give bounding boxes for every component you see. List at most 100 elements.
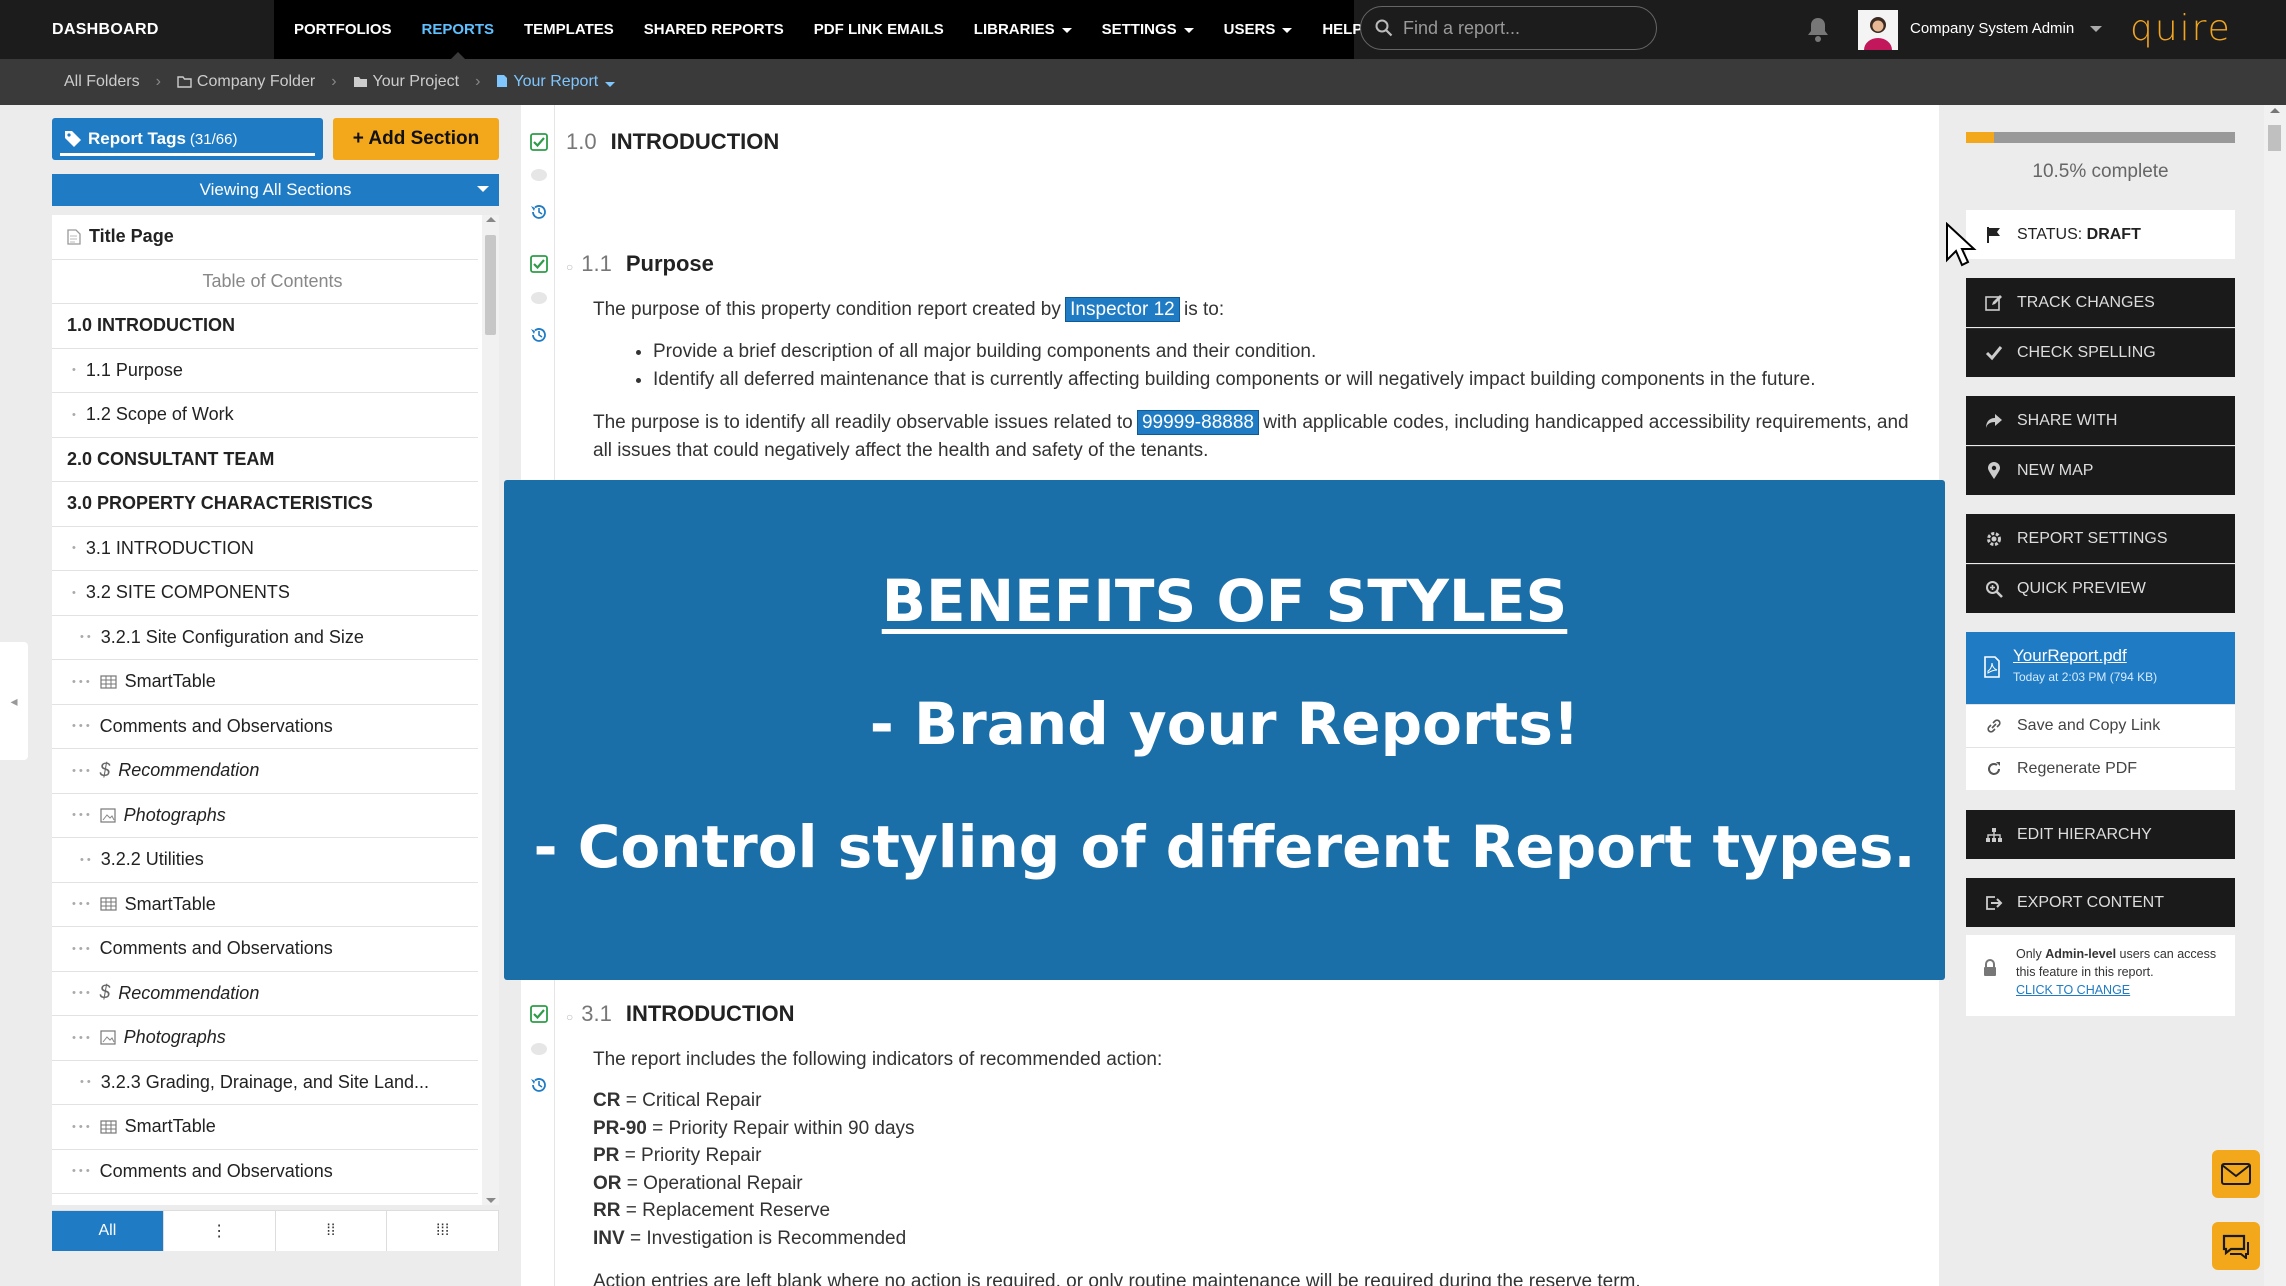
nav-users[interactable]: USERS [1224,0,1293,59]
click-to-change-link[interactable]: CLICK TO CHANGE [2016,983,2130,997]
mail-icon [2221,1163,2251,1185]
pdf-file-box[interactable]: YourReport.pdf Today at 2:03 PM (794 KB) [1966,632,2235,704]
section-heading[interactable]: ○ 1.1 Purpose [566,251,714,277]
nav-dashboard[interactable]: DASHBOARD [0,0,274,59]
paragraph[interactable]: The report includes the following indica… [593,1046,1913,1074]
pdf-file-link[interactable]: YourReport.pdf [2013,646,2235,666]
report-search[interactable] [1360,6,1657,50]
dollar-icon: $ [99,759,111,781]
export-content-button[interactable]: EXPORT CONTENT [1966,878,2235,927]
chevron-down-icon[interactable] [2090,26,2102,32]
checkbox-checked-icon[interactable] [530,133,548,151]
comment-icon[interactable] [530,291,548,307]
breadcrumb-your-report[interactable]: Your Report [496,73,616,91]
nav-help[interactable]: HELP [1322,0,1362,59]
breadcrumb-all-folders[interactable]: All Folders [64,73,140,91]
toc-item[interactable]: • 1.1 Purpose [52,349,478,393]
toc-item[interactable]: • • • Comments and Observations [52,927,478,972]
paragraph[interactable]: Action entries are left blank where no a… [593,1268,1913,1286]
toc-item[interactable]: • • • $ Recommendation [52,749,478,794]
toc-item[interactable]: 3.0 PROPERTY CHARACTERISTICS [52,482,478,527]
nav-settings[interactable]: SETTINGS [1102,0,1194,59]
new-map-button[interactable]: NEW MAP [1966,446,2235,495]
bullet-list[interactable]: Provide a brief description of all major… [633,338,1923,394]
paragraph[interactable]: The purpose is to identify all readily o… [593,409,1913,465]
toc-item[interactable]: • • • SmartTable [52,660,478,705]
toc-item[interactable]: Table of Contents [52,260,478,304]
scroll-thumb[interactable] [485,235,496,335]
toc-item[interactable]: • • • Photographs [52,1016,478,1061]
report-tag-chip[interactable]: 99999-88888 [1136,410,1259,435]
nav-shared-reports[interactable]: SHARED REPORTS [644,0,784,59]
depth-tab-3[interactable]: ⁞⁞⁞ [387,1211,499,1251]
toc-item[interactable]: • • 3.2.3 Grading, Drainage, and Site Lan… [52,1061,478,1105]
toc-item[interactable]: • • 3.2.1 Site Configuration and Size [52,616,478,660]
comment-icon[interactable] [530,1042,548,1058]
search-input[interactable] [1403,17,1643,39]
toc-item[interactable]: • • • Comments and Observations [52,1150,478,1194]
section-heading[interactable]: ○ 3.1 INTRODUCTION [566,1001,795,1027]
share-with-button[interactable]: SHARE WITH [1966,396,2235,445]
toc-item[interactable]: • 3.2 SITE COMPONENTS [52,571,478,616]
report-tags-button[interactable]: Report Tags (31/66) [52,118,323,160]
check-spelling-button[interactable]: CHECK SPELLING [1966,328,2235,377]
scroll-up-icon[interactable] [486,217,496,222]
section-heading[interactable]: 1.0 INTRODUCTION [566,129,779,155]
history-icon[interactable] [530,203,548,221]
page-scrollbar[interactable] [2264,105,2286,1286]
nav-pdf-link-emails[interactable]: PDF LINK EMAILS [814,0,944,59]
toc-item[interactable]: • • 3.2.2 Utilities [52,838,478,883]
scroll-up-icon[interactable] [2270,108,2280,113]
checkbox-checked-icon[interactable] [530,255,548,273]
nav-libraries[interactable]: LIBRARIES [974,0,1072,59]
toc-item[interactable]: • • • SmartTable [52,1105,478,1150]
comment-icon[interactable] [530,168,548,184]
viewing-sections-dropdown[interactable]: Viewing All Sections [52,174,499,206]
history-icon[interactable] [530,1076,548,1094]
regenerate-pdf-button[interactable]: Regenerate PDF [1966,747,2235,790]
toc-item[interactable]: • 3.1 INTRODUCTION [52,527,478,571]
scroll-down-icon[interactable] [486,1198,496,1203]
edit-hierarchy-button[interactable]: EDIT HIERARCHY [1966,810,2235,859]
nav-templates[interactable]: TEMPLATES [524,0,614,59]
toc-item[interactable]: • • • Comments and Observations [52,705,478,749]
breadcrumb-label: Company Folder [196,73,316,90]
report-tag-chip[interactable]: Inspector 12 [1065,297,1180,322]
depth-tab-0[interactable]: All [52,1211,164,1251]
user-name[interactable]: Company System Admin [1910,20,2074,37]
report-settings-button[interactable]: REPORT SETTINGS [1966,514,2235,563]
scroll-thumb[interactable] [2268,125,2281,151]
toc-item[interactable]: Title Page [52,215,478,260]
checkbox-checked-icon[interactable] [530,1005,548,1023]
indicator-desc: = Investigation is Recommended [629,1227,907,1249]
breadcrumb-your-project[interactable]: Your Project [353,73,459,91]
add-section-button[interactable]: + Add Section [333,118,499,160]
status-button[interactable]: STATUS: DRAFT [1966,210,2235,259]
indicator-list[interactable]: CR = Critical Repair PR-90 = Priority Rep… [593,1087,915,1252]
breadcrumb-company-folder[interactable]: Company Folder [177,73,315,91]
avatar[interactable] [1858,10,1898,50]
history-icon[interactable] [530,326,548,344]
toc-item[interactable]: 2.0 CONSULTANT TEAM [52,438,478,482]
bell-icon[interactable] [1806,16,1830,42]
collapse-sidebar-handle[interactable]: ◂ [0,642,28,760]
email-support-button[interactable] [2212,1150,2260,1198]
indicator-row: RR = Replacement Reserve [593,1197,915,1225]
depth-tab-2[interactable]: ⁞⁞ [276,1211,388,1251]
track-changes-button[interactable]: TRACK CHANGES [1966,278,2235,327]
nav-label: TEMPLATES [524,21,614,38]
save-copy-link-button[interactable]: Save and Copy Link [1966,704,2235,747]
nav-portfolios[interactable]: PORTFOLIOS [294,0,392,59]
paragraph[interactable]: The purpose of this property condition r… [593,296,1913,324]
toc-item[interactable]: • • • Photographs [52,794,478,838]
chat-support-button[interactable] [2212,1222,2260,1270]
nav-reports[interactable]: REPORTS [422,0,494,59]
toc-item[interactable]: • 1.2 Scope of Work [52,393,478,438]
depth-tab-1[interactable]: ⋮ [164,1211,276,1251]
table-icon [100,897,117,911]
toc-scrollbar[interactable] [482,215,499,1205]
toc-item[interactable]: • • • $ Recommendation [52,972,478,1016]
toc-item[interactable]: 1.0 INTRODUCTION [52,304,478,349]
quick-preview-button[interactable]: QUICK PREVIEW [1966,564,2235,613]
toc-item[interactable]: • • • SmartTable [52,883,478,927]
